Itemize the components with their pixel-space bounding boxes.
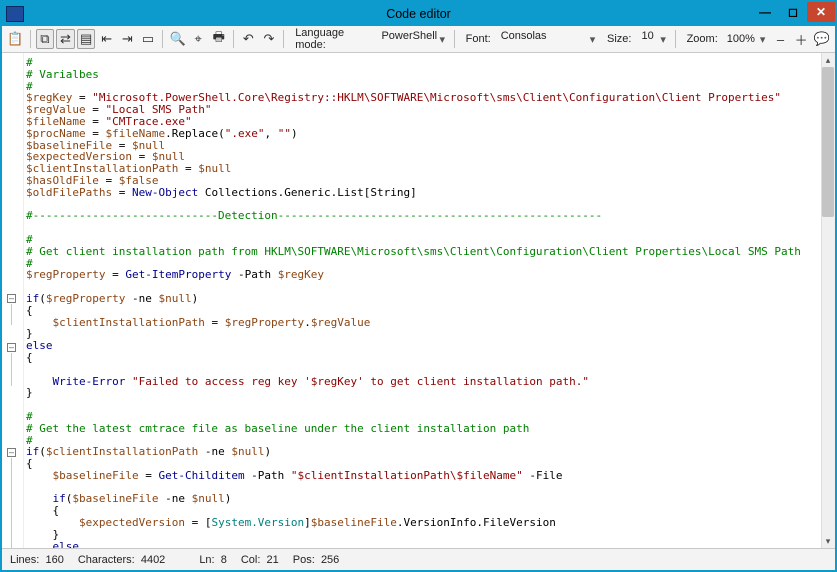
fold-line <box>11 353 12 386</box>
paste-icon[interactable]: 📋 <box>6 29 25 49</box>
zoom-in-icon[interactable]: ＋ <box>792 29 811 49</box>
status-line: Ln: 8 <box>199 554 227 566</box>
separator-icon <box>162 30 163 48</box>
size-label: Size: <box>601 33 635 45</box>
window-title: Code editor <box>386 7 451 21</box>
chevron-down-icon[interactable]: ▾ <box>760 33 769 46</box>
language-label: Language mode: <box>289 27 375 51</box>
goto-icon[interactable]: ⌖ <box>189 29 208 49</box>
separator-icon <box>454 30 455 48</box>
chevron-down-icon[interactable]: ▾ <box>660 33 669 46</box>
status-position: Pos: 256 <box>293 554 340 566</box>
chevron-down-icon[interactable]: ▾ <box>590 33 599 46</box>
titlebar: Code editor — ◻ ✕ <box>2 2 835 26</box>
close-button[interactable]: ✕ <box>807 2 835 22</box>
code-content[interactable]: # # Varialbes # $regKey = "Microsoft.Pow… <box>26 57 821 548</box>
print-icon[interactable]: 🖶 <box>209 29 228 49</box>
minimize-button[interactable]: — <box>751 2 779 22</box>
code-editor[interactable]: – – – – # # Varialbes # $regKey = "Micro… <box>2 53 835 548</box>
vertical-scrollbar[interactable]: ▴ ▾ <box>821 53 835 548</box>
statusbar: Lines: 160 Characters: 4402 Ln: 8 Col: 2… <box>2 548 835 570</box>
bookmark-icon[interactable]: ▭ <box>139 29 158 49</box>
indent-icon[interactable]: ⇥ <box>118 29 137 49</box>
scroll-down-icon[interactable]: ▾ <box>822 534 834 548</box>
app-icon <box>6 6 24 22</box>
zoom-label: Zoom: <box>681 33 722 45</box>
zoom-out-icon[interactable]: – <box>771 29 790 49</box>
status-column: Col: 21 <box>241 554 279 566</box>
swap-icon[interactable]: ⇄ <box>56 29 75 49</box>
separator-icon <box>283 30 284 48</box>
find-icon[interactable]: 🔍 <box>168 29 187 49</box>
scrollbar-thumb[interactable] <box>822 67 834 217</box>
font-select[interactable]: Consolas <box>497 30 588 48</box>
fold-toggle-icon[interactable]: – <box>7 294 16 303</box>
toolbar: 📋 ⧉ ⇄ ▤ ⇤ ⇥ ▭ 🔍 ⌖ 🖶 ↶ ↷ Language mode: P… <box>2 26 835 53</box>
maximize-button[interactable]: ◻ <box>779 2 807 22</box>
outdent-icon[interactable]: ⇤ <box>97 29 116 49</box>
status-lines: Lines: 160 <box>10 554 64 566</box>
scroll-up-icon[interactable]: ▴ <box>822 53 834 67</box>
window-buttons: — ◻ ✕ <box>751 2 835 22</box>
font-label: Font: <box>460 33 495 45</box>
fold-line <box>11 458 12 548</box>
panel-icon[interactable]: ▤ <box>77 29 96 49</box>
fold-toggle-icon[interactable]: – <box>7 343 16 352</box>
language-select[interactable]: PowerShell <box>377 30 437 48</box>
zoom-value: 100% <box>724 33 758 45</box>
separator-icon <box>675 30 676 48</box>
fold-line <box>11 304 12 325</box>
fold-toggle-icon[interactable]: – <box>7 448 16 457</box>
window: Code editor — ◻ ✕ 📋 ⧉ ⇄ ▤ ⇤ ⇥ ▭ 🔍 ⌖ 🖶 ↶ … <box>0 0 837 572</box>
fold-gutter: – – – – <box>2 53 24 548</box>
chevron-down-icon[interactable]: ▾ <box>439 33 448 46</box>
redo-icon[interactable]: ↷ <box>260 29 279 49</box>
status-characters: Characters: 4402 <box>78 554 165 566</box>
feedback-icon[interactable]: 💬 <box>812 29 831 49</box>
separator-icon <box>233 30 234 48</box>
size-select[interactable]: 10 <box>638 30 659 48</box>
panel-left-icon[interactable]: ⧉ <box>36 29 55 49</box>
separator-icon <box>30 30 31 48</box>
undo-icon[interactable]: ↶ <box>239 29 258 49</box>
